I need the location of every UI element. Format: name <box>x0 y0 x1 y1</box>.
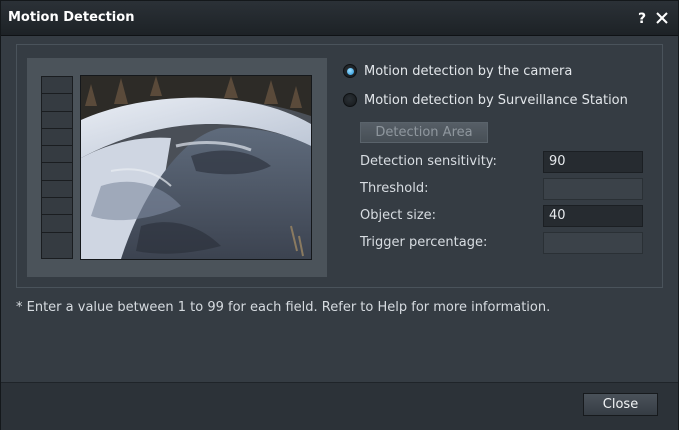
motion-level-cell <box>42 181 72 199</box>
dialog-title: Motion Detection <box>8 10 135 25</box>
motion-level-cell <box>42 215 72 233</box>
svg-text:?: ? <box>638 11 646 25</box>
motion-level-cell <box>42 198 72 216</box>
radio-camera-detection[interactable]: Motion detection by the camera <box>343 63 572 79</box>
sensitivity-input[interactable]: 90 <box>543 151 643 173</box>
radio-label-camera: Motion detection by the camera <box>364 63 573 79</box>
close-button[interactable]: Close <box>583 393 658 416</box>
radio-button-selected[interactable] <box>343 64 357 78</box>
trigger-percentage-label: Trigger percentage: <box>360 235 488 250</box>
motion-level-cell <box>42 112 72 129</box>
help-icon[interactable]: ? <box>635 8 651 26</box>
motion-level-cell <box>42 233 72 250</box>
dialog-footer <box>1 382 678 430</box>
motion-detection-dialog: Motion Detection ? Motion detection by t… <box>0 0 679 430</box>
threshold-label: Threshold: <box>360 181 429 196</box>
object-size-input[interactable]: 40 <box>543 205 643 227</box>
help-hint-text: * Enter a value between 1 to 99 for each… <box>16 300 551 315</box>
motion-level-cell <box>42 129 72 147</box>
camera-live-view <box>80 75 312 260</box>
motion-level-cell <box>42 146 72 164</box>
motion-level-cell <box>42 163 72 181</box>
sensitivity-label: Detection sensitivity: <box>360 154 497 169</box>
motion-level-cell <box>42 94 72 112</box>
motion-level-strip <box>41 76 73 259</box>
close-icon[interactable] <box>655 8 671 26</box>
radio-label-surveillance-station: Motion detection by Surveillance Station <box>364 92 628 108</box>
detection-area-button[interactable]: Detection Area <box>360 122 488 143</box>
dialog-titlebar[interactable]: Motion Detection ? <box>1 1 678 36</box>
trigger-percentage-input[interactable] <box>543 232 643 254</box>
radio-surveillance-station-detection[interactable]: Motion detection by Surveillance Station <box>343 92 628 108</box>
threshold-input[interactable] <box>543 178 643 200</box>
motion-level-cell <box>42 77 72 95</box>
radio-button-unselected[interactable] <box>343 93 357 107</box>
object-size-label: Object size: <box>360 208 437 223</box>
